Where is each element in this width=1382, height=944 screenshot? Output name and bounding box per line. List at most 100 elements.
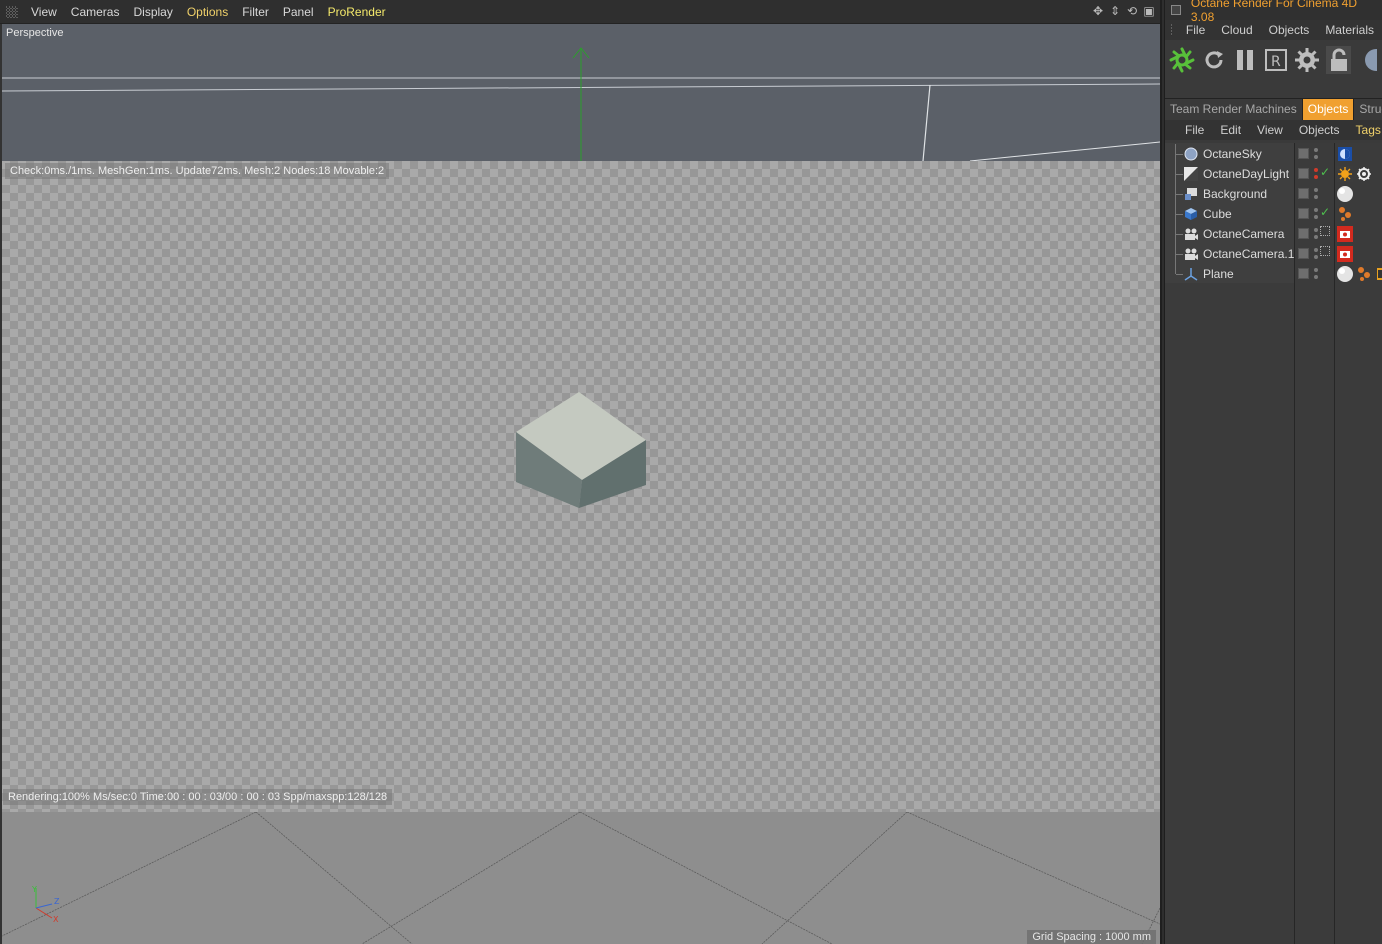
list-item[interactable]: OctaneCamera [1165, 224, 1382, 244]
settings-gear-icon[interactable] [1294, 46, 1320, 74]
render-dots[interactable] [1314, 227, 1318, 241]
menu-filter[interactable]: Filter [235, 5, 276, 19]
stats-overlay: Check:0ms./1ms. MeshGen:1ms. Update72ms.… [5, 163, 390, 179]
om-menu-file[interactable]: File [1177, 123, 1212, 137]
cube-render [516, 392, 646, 508]
octane-env-tag-icon[interactable] [1337, 146, 1353, 162]
rotate-view-icon[interactable]: ⟲ [1125, 4, 1139, 18]
object-name: OctaneDayLight [1203, 167, 1290, 181]
sun-tag-icon[interactable] [1337, 166, 1353, 182]
object-list: OctaneSky OctaneDayLight ✓ Background Cu… [1165, 143, 1382, 944]
restart-render-icon[interactable] [1201, 46, 1226, 74]
tab-structure[interactable]: Struc [1354, 99, 1382, 120]
pause-render-icon[interactable] [1232, 46, 1257, 74]
grip-icon[interactable] [6, 5, 18, 18]
list-item[interactable]: Background [1165, 184, 1382, 204]
panel-tab-bar: Team Render Machines Objects Struc [1165, 98, 1382, 120]
visibility-toggle[interactable] [1298, 148, 1309, 159]
render-dots[interactable] [1314, 247, 1318, 261]
tab-objects[interactable]: Objects [1302, 99, 1355, 120]
render-dots[interactable] [1314, 187, 1318, 201]
panel-menu-objects[interactable]: Objects [1261, 23, 1318, 37]
axis-gizmo: Y X Z [31, 885, 60, 924]
grid-spacing-label: Grid Spacing : 1000 mm [1027, 930, 1156, 944]
maximize-view-icon[interactable]: ▣ [1142, 4, 1156, 18]
list-item[interactable]: Cube ✓ [1165, 204, 1382, 224]
render-status-overlay: Rendering:100% Ms/sec:0 Time:00 : 00 : 0… [3, 789, 393, 805]
move-view-icon[interactable]: ✥ [1091, 4, 1105, 18]
camera-target-icon[interactable] [1320, 226, 1330, 236]
camera-icon [1185, 248, 1198, 260]
om-menu-objects[interactable]: Objects [1291, 123, 1348, 137]
render-dots[interactable] [1314, 147, 1318, 161]
viewport-background: Perspective [2, 24, 1160, 161]
gear-tag-icon[interactable] [1356, 166, 1372, 182]
list-item[interactable]: Plane [1165, 264, 1382, 284]
material-tag-icon[interactable] [1336, 185, 1354, 203]
material-tag-icon[interactable] [1336, 265, 1354, 283]
object-name: Cube [1203, 207, 1232, 221]
panel-menu-cloud[interactable]: Cloud [1213, 23, 1260, 37]
viewport-canvas[interactable]: Perspective Check:0ms./1ms. MeshGen:1ms.… [2, 24, 1160, 944]
phong-tag-icon[interactable] [1337, 206, 1353, 222]
visibility-toggle[interactable] [1298, 248, 1309, 259]
menu-cameras[interactable]: Cameras [64, 5, 127, 19]
svg-text:R: R [1271, 54, 1281, 70]
extra-tag-icon[interactable] [1375, 266, 1382, 282]
panel-menu-file[interactable]: File [1178, 23, 1213, 37]
viewport-panel: View Cameras Display Options Filter Pane… [0, 0, 1162, 944]
view-label: Perspective [6, 27, 64, 39]
panel-menu-materials[interactable]: Materials [1317, 23, 1382, 37]
menu-options[interactable]: Options [180, 5, 235, 19]
render-dots[interactable] [1314, 167, 1318, 181]
list-item[interactable]: OctaneSky [1165, 144, 1382, 164]
om-menu-view[interactable]: View [1249, 123, 1291, 137]
list-item[interactable]: OctaneDayLight ✓ [1165, 164, 1382, 184]
camera-icon [1185, 228, 1198, 240]
list-item[interactable]: OctaneCamera.1 [1165, 244, 1382, 264]
object-manager-menubar: File Edit View Objects Tags [1165, 120, 1382, 140]
axis-x-label: X [53, 915, 59, 924]
panel-close-box[interactable] [1171, 5, 1181, 15]
menu-prorender[interactable]: ProRender [321, 5, 393, 19]
render-dots[interactable] [1314, 267, 1318, 281]
om-menu-tags[interactable]: Tags [1348, 123, 1382, 137]
panel-titlebar: Octane Render For Cinema 4D 3.08 [1165, 0, 1382, 24]
sphere-icon[interactable] [1357, 46, 1382, 74]
menu-panel[interactable]: Panel [276, 5, 321, 19]
octane-camera-tag-icon[interactable] [1337, 226, 1353, 242]
enabled-check-icon[interactable]: ✓ [1320, 205, 1330, 219]
panel-menubar: File Cloud Objects Materials [1165, 20, 1382, 40]
object-name: OctaneCamera.1 [1203, 247, 1295, 261]
octane-camera-tag-icon[interactable] [1337, 246, 1353, 262]
visibility-toggle[interactable] [1298, 208, 1309, 219]
object-name: Plane [1203, 267, 1234, 281]
visibility-toggle[interactable] [1298, 268, 1309, 279]
panel-divider[interactable] [1160, 0, 1162, 944]
axis-y-label: Y [31, 885, 37, 894]
phong-tag-icon[interactable] [1356, 266, 1372, 282]
horizon-lines [2, 47, 1160, 161]
render-dots[interactable] [1314, 207, 1318, 221]
object-name: OctaneCamera [1203, 227, 1285, 241]
visibility-toggle[interactable] [1298, 188, 1309, 199]
menu-display[interactable]: Display [126, 5, 179, 19]
enabled-check-icon[interactable]: ✓ [1320, 165, 1330, 179]
om-menu-edit[interactable]: Edit [1212, 123, 1249, 137]
grip-icon[interactable] [1171, 24, 1172, 36]
viewport-menubar: View Cameras Display Options Filter Pane… [0, 0, 1162, 24]
r-render-icon[interactable]: R [1263, 46, 1288, 74]
camera-target-icon[interactable] [1320, 246, 1330, 256]
lock-icon[interactable] [1326, 46, 1351, 74]
object-name: Background [1203, 187, 1268, 201]
axis-z-label: Z [54, 897, 60, 906]
menu-view[interactable]: View [24, 5, 64, 19]
object-name: OctaneSky [1203, 147, 1262, 161]
cube-icon [1185, 208, 1197, 220]
visibility-toggle[interactable] [1298, 168, 1309, 179]
visibility-toggle[interactable] [1298, 228, 1309, 239]
dolly-view-icon[interactable]: ⇕ [1108, 4, 1122, 18]
octane-panel: Octane Render For Cinema 4D 3.08 File Cl… [1164, 0, 1382, 944]
tab-team-render-machines[interactable]: Team Render Machines [1165, 99, 1303, 120]
octane-logo-icon[interactable] [1169, 46, 1195, 74]
